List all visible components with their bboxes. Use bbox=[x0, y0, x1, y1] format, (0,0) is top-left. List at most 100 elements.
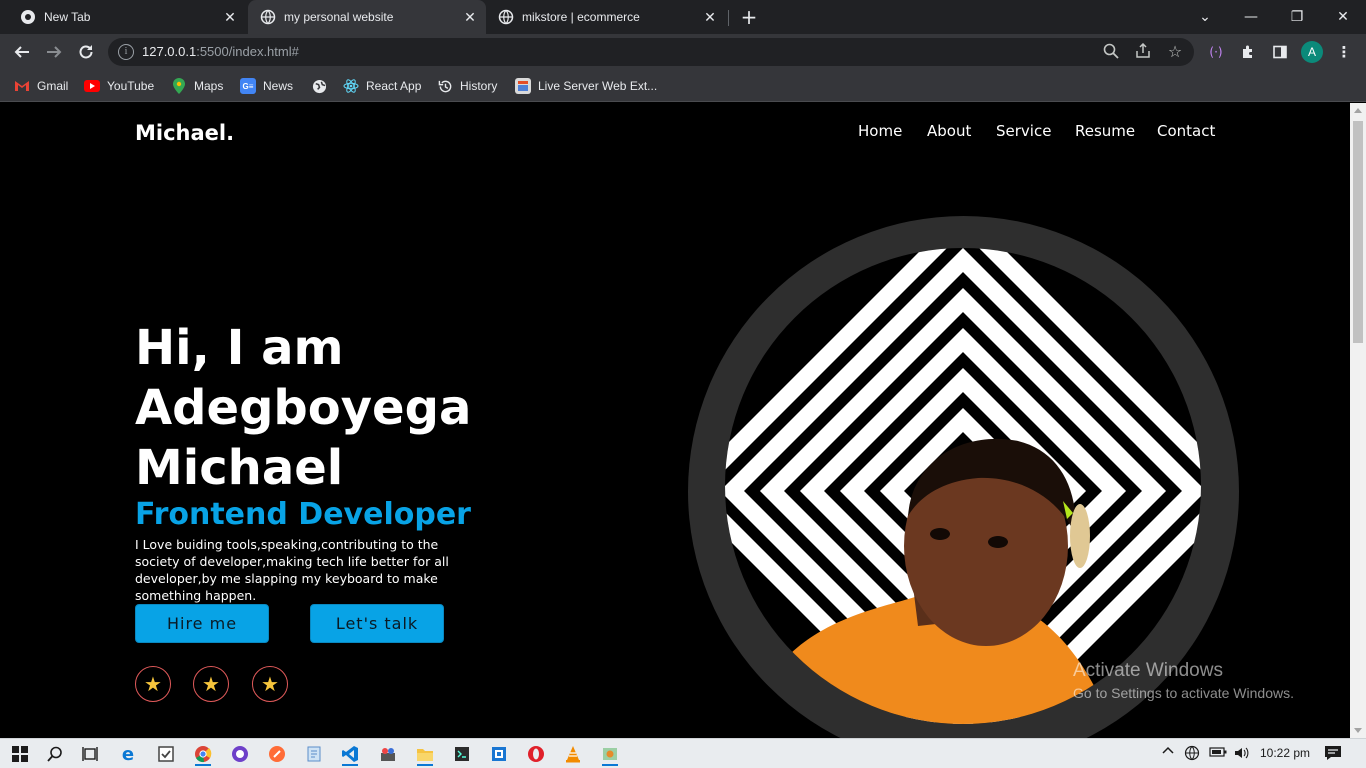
active-app-indicator bbox=[417, 764, 433, 766]
extension-radio-icon[interactable]: (·) bbox=[1204, 39, 1228, 65]
bookmark-gmail[interactable]: Gmail bbox=[14, 76, 68, 96]
notifications-icon[interactable] bbox=[1324, 745, 1342, 765]
bookmark-globe[interactable] bbox=[311, 76, 334, 96]
minimize-button[interactable]: — bbox=[1228, 0, 1274, 34]
bookmark-react-app[interactable]: React App bbox=[343, 76, 421, 96]
url-text: 127.0.0.1:5500/index.html# bbox=[142, 44, 299, 59]
site-info-icon[interactable]: i bbox=[118, 44, 134, 60]
nav-resume[interactable]: Resume bbox=[1075, 122, 1135, 140]
reload-icon[interactable] bbox=[72, 38, 100, 66]
tray-chevron-up-icon[interactable] bbox=[1162, 745, 1174, 761]
tab-title: mikstore | ecommerce bbox=[522, 10, 640, 24]
site-logo[interactable]: Michael. bbox=[135, 121, 234, 145]
vscode-icon[interactable] bbox=[338, 742, 362, 766]
active-app-indicator bbox=[342, 764, 358, 766]
news-icon: G≡ bbox=[240, 78, 256, 94]
battery-icon[interactable] bbox=[1209, 745, 1227, 763]
terminal-icon[interactable] bbox=[450, 742, 474, 766]
windows-start-icon[interactable] bbox=[8, 742, 32, 766]
close-tab-icon[interactable]: ✕ bbox=[222, 9, 238, 25]
checkbox-app-icon[interactable] bbox=[154, 742, 178, 766]
extensions-puzzle-icon[interactable] bbox=[1236, 39, 1260, 65]
back-icon[interactable] bbox=[8, 38, 36, 66]
volume-icon[interactable] bbox=[1233, 745, 1249, 765]
system-clock[interactable]: 10:22 pm bbox=[1260, 746, 1310, 760]
bookmark-youtube[interactable]: YouTube bbox=[84, 76, 154, 96]
nav-service[interactable]: Service bbox=[996, 122, 1051, 140]
windows-taskbar: e 10:22 pm bbox=[0, 738, 1366, 768]
hero-line-lastname: Michael bbox=[135, 440, 344, 496]
close-tab-icon[interactable]: ✕ bbox=[462, 9, 478, 25]
hero-role: Frontend Developer bbox=[135, 497, 471, 532]
chrome-icon[interactable] bbox=[191, 742, 215, 766]
lets-talk-button[interactable]: Let's talk bbox=[310, 604, 444, 643]
tab-search-chevron-icon[interactable]: ⌄ bbox=[1182, 0, 1228, 34]
hero-line-firstname: Adegboyega bbox=[135, 380, 472, 436]
browser-tab-strip: New Tab ✕ my personal website ✕ mikstore… bbox=[0, 0, 1366, 34]
scroll-up-arrow-icon[interactable] bbox=[1354, 108, 1362, 113]
nav-home[interactable]: Home bbox=[858, 122, 902, 140]
nav-about[interactable]: About bbox=[927, 122, 971, 140]
menu-kebab-icon[interactable]: ⋮ bbox=[1332, 39, 1356, 65]
close-tab-icon[interactable]: ✕ bbox=[702, 9, 718, 25]
task-view-icon[interactable] bbox=[78, 742, 102, 766]
language-globe-icon[interactable] bbox=[1184, 745, 1200, 765]
hero-heading: Hi, I am Adegboyega Michael bbox=[135, 318, 535, 498]
bookmark-live-server[interactable]: Live Server Web Ext... bbox=[515, 76, 657, 96]
search-icon[interactable] bbox=[43, 742, 67, 766]
tab-title: my personal website bbox=[284, 10, 394, 24]
tab-new-tab[interactable]: New Tab ✕ bbox=[0, 0, 246, 34]
tab-separator bbox=[728, 10, 729, 26]
history-icon bbox=[437, 78, 453, 94]
star-icon[interactable]: ★ bbox=[135, 666, 171, 702]
restore-button[interactable]: ❐ bbox=[1274, 0, 1320, 34]
edge-icon[interactable]: e bbox=[116, 742, 140, 766]
browser-toolbar: i 127.0.0.1:5500/index.html# ☆ (·) A ⋮ bbox=[0, 34, 1366, 70]
active-app-indicator bbox=[602, 764, 618, 766]
control-panel-icon[interactable] bbox=[598, 742, 622, 766]
app-frame-icon[interactable] bbox=[487, 742, 511, 766]
hire-me-button[interactable]: Hire me bbox=[135, 604, 269, 643]
live-server-icon bbox=[515, 78, 531, 94]
page-scrollbar[interactable] bbox=[1350, 103, 1366, 738]
github-desktop-icon[interactable] bbox=[228, 742, 252, 766]
profile-avatar[interactable]: A bbox=[1301, 41, 1323, 63]
scroll-thumb[interactable] bbox=[1353, 121, 1363, 343]
webpage: Michael. Home About Service Resume Conta… bbox=[0, 103, 1350, 738]
tab-personal-website[interactable]: my personal website ✕ bbox=[248, 0, 486, 34]
nav-contact[interactable]: Contact bbox=[1157, 122, 1215, 140]
bookmark-star-icon[interactable]: ☆ bbox=[1166, 43, 1184, 61]
bookmarks-bar: Gmail YouTube Maps G≡ News React App His… bbox=[0, 70, 1366, 102]
globe-icon bbox=[311, 78, 327, 94]
close-window-button[interactable]: ✕ bbox=[1320, 0, 1366, 34]
react-icon bbox=[343, 78, 359, 94]
chrome-icon bbox=[20, 9, 36, 25]
bookmark-news[interactable]: G≡ News bbox=[240, 76, 293, 96]
file-explorer-icon[interactable] bbox=[413, 742, 437, 766]
postman-icon[interactable] bbox=[265, 742, 289, 766]
zoom-icon[interactable] bbox=[1102, 43, 1120, 61]
side-panel-icon[interactable] bbox=[1268, 39, 1292, 65]
activate-windows-title: Activate Windows bbox=[1073, 660, 1223, 681]
share-icon[interactable] bbox=[1134, 42, 1152, 61]
scroll-down-arrow-icon[interactable] bbox=[1354, 728, 1362, 733]
tab-mikstore[interactable]: mikstore | ecommerce ✕ bbox=[488, 0, 726, 34]
bookmark-maps[interactable]: Maps bbox=[171, 76, 223, 96]
address-bar[interactable]: i 127.0.0.1:5500/index.html# ☆ bbox=[108, 38, 1194, 66]
globe-icon bbox=[260, 9, 276, 25]
new-tab-button[interactable]: + bbox=[738, 6, 760, 28]
tab-title: New Tab bbox=[44, 10, 91, 24]
youtube-icon bbox=[84, 80, 100, 92]
star-icon[interactable]: ★ bbox=[252, 666, 288, 702]
opera-icon[interactable] bbox=[524, 742, 548, 766]
notepad-icon[interactable] bbox=[302, 742, 326, 766]
globe-icon bbox=[498, 9, 514, 25]
active-app-indicator bbox=[195, 764, 211, 766]
vlc-icon[interactable] bbox=[561, 742, 585, 766]
star-icon[interactable]: ★ bbox=[193, 666, 229, 702]
gmail-icon bbox=[14, 78, 30, 94]
forward-icon[interactable] bbox=[40, 38, 68, 66]
paint-app-icon[interactable] bbox=[376, 742, 400, 766]
bookmark-history[interactable]: History bbox=[437, 76, 497, 96]
maps-pin-icon bbox=[171, 78, 187, 94]
